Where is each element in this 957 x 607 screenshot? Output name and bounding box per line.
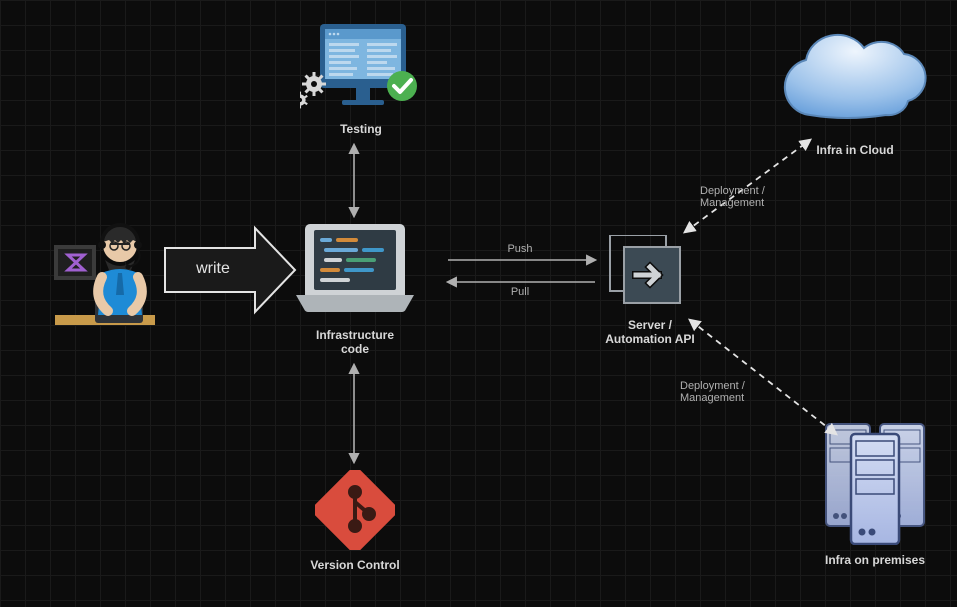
pull-label: Pull [500,286,540,298]
push-label: Push [500,243,540,255]
edge-deploy-onprem [690,320,836,434]
edges-layer [0,0,957,607]
write-label: write [178,260,248,278]
deploy-cloud-label: Deployment / Management [700,185,810,209]
deploy-onprem-label: Deployment / Management [680,380,790,404]
